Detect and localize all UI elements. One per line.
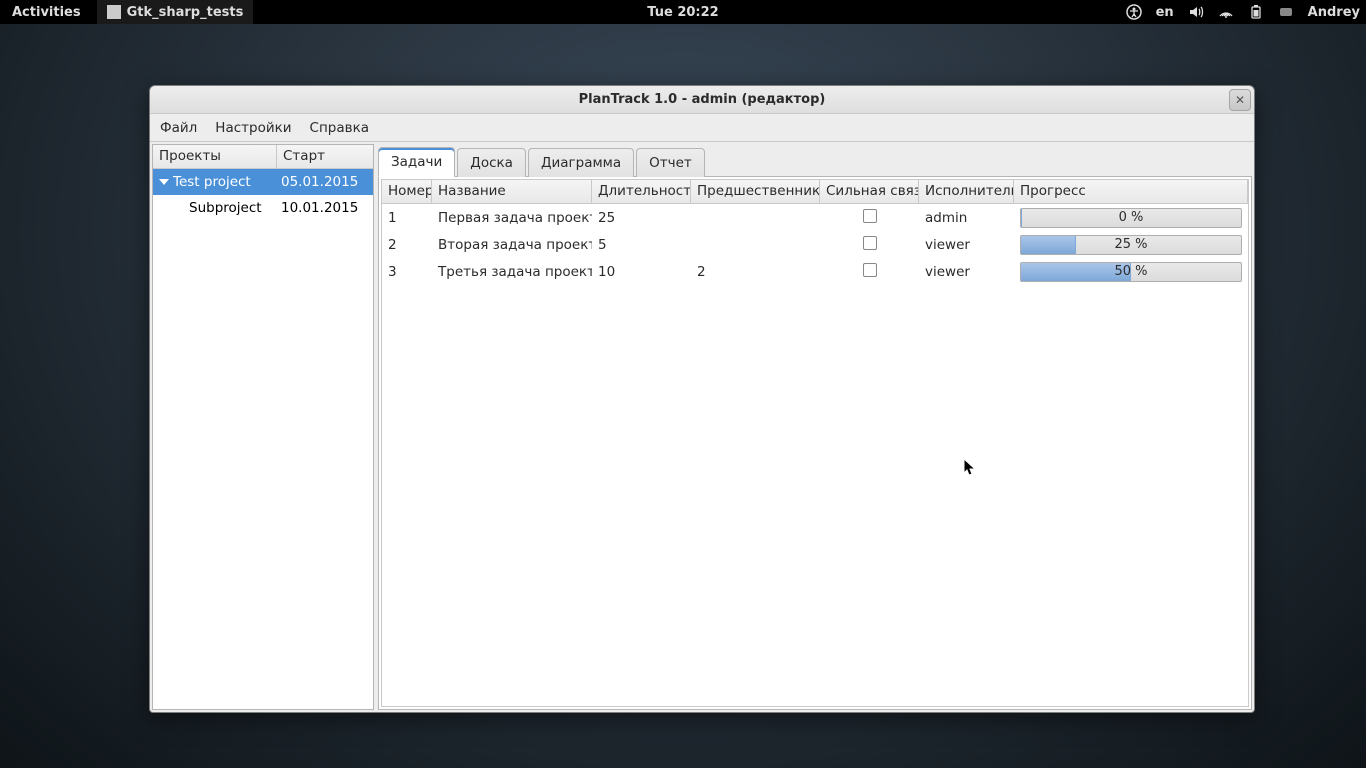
tree-expander-icon[interactable] xyxy=(159,179,169,185)
col-progress[interactable]: Прогресс xyxy=(1014,180,1248,203)
task-row[interactable]: 2Вторая задача проекта5 viewer 25 % xyxy=(382,231,1248,258)
checkbox-unchecked[interactable] xyxy=(863,263,877,277)
cell-link xyxy=(820,263,919,281)
col-executor[interactable]: Исполнитель xyxy=(919,180,1014,203)
cell-link xyxy=(820,209,919,227)
tab-report[interactable]: Отчет xyxy=(636,148,705,177)
tree-col-projects[interactable]: Проекты xyxy=(153,145,277,168)
window-titlebar[interactable]: PlanTrack 1.0 - admin (редактор) ✕ xyxy=(150,86,1254,114)
menubar: Файл Настройки Справка xyxy=(150,114,1254,142)
cell-number: 3 xyxy=(382,264,432,280)
project-name: Subproject xyxy=(189,200,262,216)
progress-bar[interactable]: 0 % xyxy=(1020,208,1242,228)
cell-progress: 0 % xyxy=(1014,208,1248,228)
cell-progress: 25 % xyxy=(1014,235,1248,255)
tab-tasks[interactable]: Задачи xyxy=(378,147,455,177)
window-title: PlanTrack 1.0 - admin (редактор) xyxy=(579,92,826,107)
taskbar-app-title: Gtk_sharp_tests xyxy=(127,5,244,20)
user-name-label[interactable]: Andrey xyxy=(1308,5,1360,20)
volume-icon[interactable] xyxy=(1188,4,1204,20)
app-icon xyxy=(107,5,121,19)
task-row[interactable]: 3Третья задача проекта102 viewer 50 % xyxy=(382,258,1248,285)
gnome-top-panel: Activities Gtk_sharp_tests Tue 20:22 en … xyxy=(0,0,1366,24)
col-name[interactable]: Название xyxy=(432,180,592,203)
col-duration[interactable]: Длительность xyxy=(592,180,691,203)
app-window: PlanTrack 1.0 - admin (редактор) ✕ Файл … xyxy=(149,85,1255,713)
cell-pred: 2 xyxy=(691,264,820,280)
progress-label: 0 % xyxy=(1021,209,1241,227)
close-icon: ✕ xyxy=(1235,93,1245,107)
project-tree-header: Проекты Старт xyxy=(153,145,373,169)
keyboard-lang-indicator[interactable]: en xyxy=(1156,5,1174,20)
window-close-button[interactable]: ✕ xyxy=(1229,89,1251,111)
task-grid-header: Номер Название Длительность Предшественн… xyxy=(382,180,1248,204)
activities-button[interactable]: Activities xyxy=(0,5,93,20)
checkbox-unchecked[interactable] xyxy=(863,209,877,223)
clock-label[interactable]: Tue 20:22 xyxy=(647,5,718,20)
progress-label: 25 % xyxy=(1021,236,1241,254)
project-start-date: 05.01.2015 xyxy=(277,174,373,190)
tab-strip: Задачи Доска Диаграмма Отчет xyxy=(378,144,1252,176)
cell-duration: 10 xyxy=(592,264,691,280)
project-name: Test project xyxy=(173,174,251,190)
tree-col-start[interactable]: Старт xyxy=(277,145,373,168)
tab-board[interactable]: Доска xyxy=(457,148,526,177)
col-predecessors[interactable]: Предшественники xyxy=(691,180,820,203)
project-start-date: 10.01.2015 xyxy=(277,200,373,216)
accessibility-icon[interactable] xyxy=(1126,4,1142,20)
cell-name: Вторая задача проекта xyxy=(432,237,592,253)
cell-link xyxy=(820,236,919,254)
cell-duration: 25 xyxy=(592,210,691,226)
menu-file[interactable]: Файл xyxy=(160,120,197,136)
col-number[interactable]: Номер xyxy=(382,180,432,203)
menu-help[interactable]: Справка xyxy=(310,120,369,136)
task-row[interactable]: 1Первая задача проекта25 admin 0 % xyxy=(382,204,1248,231)
mouse-cursor-icon xyxy=(963,458,977,478)
col-strong-link[interactable]: Сильная связь xyxy=(820,180,919,203)
battery-icon[interactable] xyxy=(1248,4,1264,20)
cell-exec: admin xyxy=(919,210,1014,226)
cell-exec: viewer xyxy=(919,264,1014,280)
main-area: Задачи Доска Диаграмма Отчет Номер Назва… xyxy=(374,142,1254,712)
cell-number: 1 xyxy=(382,210,432,226)
cell-name: Третья задача проекта xyxy=(432,264,592,280)
checkbox-unchecked[interactable] xyxy=(863,236,877,250)
tab-diagram[interactable]: Диаграмма xyxy=(528,148,634,177)
cell-name: Первая задача проекта xyxy=(432,210,592,226)
network-icon[interactable] xyxy=(1218,4,1234,20)
project-row-child[interactable]: Subproject 10.01.2015 xyxy=(153,195,373,221)
user-status-icon xyxy=(1278,4,1294,20)
cell-number: 2 xyxy=(382,237,432,253)
project-tree: Проекты Старт Test project 05.01.2015 Su… xyxy=(152,144,374,710)
progress-label: 50 % xyxy=(1021,263,1241,281)
task-grid: Номер Название Длительность Предшественн… xyxy=(381,179,1249,707)
progress-bar[interactable]: 50 % xyxy=(1020,262,1242,282)
menu-settings[interactable]: Настройки xyxy=(215,120,291,136)
cell-duration: 5 xyxy=(592,237,691,253)
cell-progress: 50 % xyxy=(1014,262,1248,282)
cell-exec: viewer xyxy=(919,237,1014,253)
progress-bar[interactable]: 25 % xyxy=(1020,235,1242,255)
taskbar-app-button[interactable]: Gtk_sharp_tests xyxy=(97,0,254,24)
tab-content: Номер Название Длительность Предшественн… xyxy=(378,176,1252,710)
project-row-selected[interactable]: Test project 05.01.2015 xyxy=(153,169,373,195)
